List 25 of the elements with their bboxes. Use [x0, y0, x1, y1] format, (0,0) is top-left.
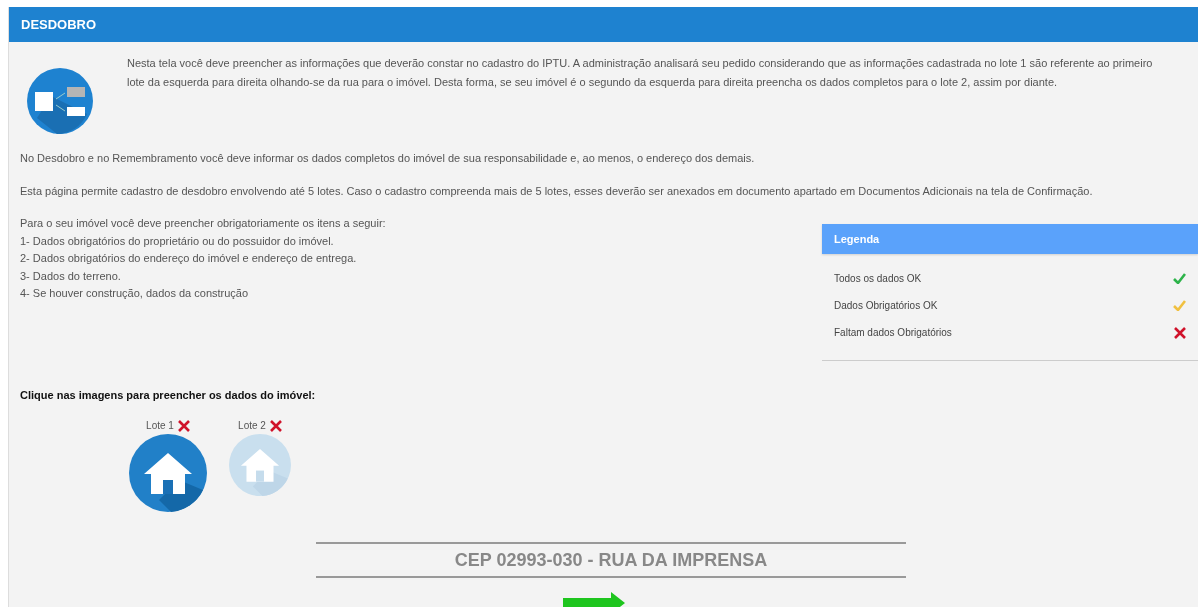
- check-icon: [1173, 273, 1186, 284]
- legend-title: Legenda: [834, 233, 880, 245]
- cross-icon: [177, 419, 190, 432]
- legend-label: Faltam dados Obrigatórios: [834, 326, 952, 340]
- house-icon: [229, 434, 291, 496]
- house-icon: [129, 434, 207, 512]
- requirement-text: 2- Dados obrigatórios do endereço do imóvel e endereço de entrega.: [20, 251, 358, 266]
- legend-label: Dados Obrigatórios OK: [834, 299, 938, 313]
- check-icon: [1173, 300, 1186, 311]
- lot-button[interactable]: Lote 2: [229, 419, 291, 496]
- legend-label: Todos os dados OK: [834, 272, 922, 286]
- requirement-text: Para o seu imóvel você deve preencher obrigatoriamente os itens a seguir:: [20, 216, 386, 231]
- info-paragraph: Esta página permite cadastro de desdobro envolvendo até 5 lotes. Caso o cadastro compreenda mais de 5 lotes, esses deverão ser anexados em documento apartado em Documentos Adicionais na tela de Confirmação.: [20, 184, 1094, 199]
- split-diagram-icon: [27, 68, 93, 134]
- requirement-text: 1- Dados obrigatórios do proprietário ou do possuidor do imóvel.: [20, 233, 335, 249]
- intro-text: Nesta tela você deve preencher as informações que deverão constar no cadastro do IPTU. A administração analisará seu pedido considerando que as informações cadastrada no lote 1 são referente ao primeiro lote da esquerda para direita olhando-se da rua para o imóvel. Desta forma, se seu imóvel é o segundo da esquerda para direita preencha os dados completos para o lote 2, assim por diante.: [127, 56, 1154, 90]
- info-paragraph: No Desdobro e no Remembramento você deve informar os dados completos do imóvel de sua responsabilidade e, ao menos, o endereço dos demais.: [20, 151, 756, 166]
- cross-icon: [1174, 326, 1186, 339]
- cross-icon: [269, 419, 282, 432]
- lots-prompt: Clique nas imagens para preencher os dados do imóvel:: [20, 389, 317, 401]
- requirement-text: 3- Dados do terreno.: [20, 268, 122, 284]
- panel-title: DESDOBRO: [21, 17, 97, 32]
- lot-button[interactable]: Lote 1: [129, 419, 207, 512]
- street-address: CEP 02993-030 - RUA DA IMPRENSA: [454, 549, 768, 571]
- requirement-text: 4- Se houver construção, dados da construção: [20, 286, 250, 301]
